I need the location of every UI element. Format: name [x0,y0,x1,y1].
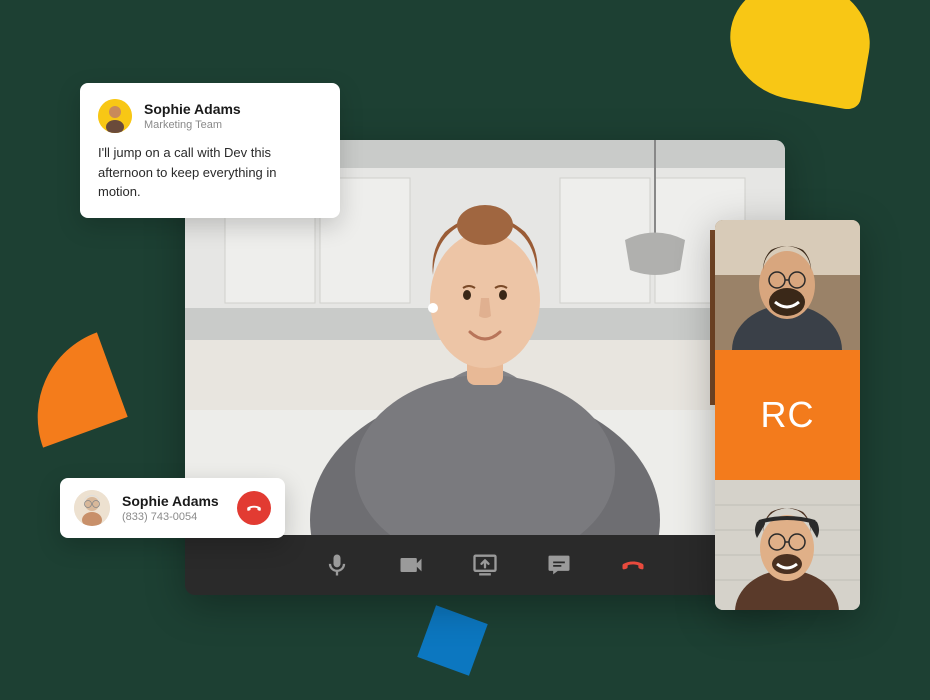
contact-name: Sophie Adams [122,493,225,509]
message-body-text: I'll jump on a call with Dev this aftern… [98,143,322,202]
participant-initials: RC [761,394,815,436]
decorative-shape-blue [417,605,487,675]
chat-icon[interactable] [544,550,574,580]
participant-tile-initials[interactable]: RC [715,350,860,480]
video-icon[interactable] [396,550,426,580]
contact-phone: (833) 743-0054 [122,511,225,523]
message-author-subtitle: Marketing Team [144,119,241,131]
microphone-icon[interactable] [322,550,352,580]
participant-tile-1[interactable] [715,220,860,350]
decorative-shape-yellow [721,0,880,111]
chat-message-card: Sophie Adams Marketing Team I'll jump on… [80,83,340,218]
message-author-name: Sophie Adams [144,101,241,117]
message-author-avatar [98,99,132,133]
participant-tile-3[interactable] [715,480,860,610]
contact-avatar [74,490,110,526]
decorative-shape-orange [12,332,127,447]
participants-panel: RC [715,220,860,610]
end-call-icon[interactable] [618,550,648,580]
hangup-button[interactable] [237,491,271,525]
screen-share-icon[interactable] [470,550,500,580]
video-toolbar [185,535,785,595]
active-call-card: Sophie Adams (833) 743-0054 [60,478,285,538]
